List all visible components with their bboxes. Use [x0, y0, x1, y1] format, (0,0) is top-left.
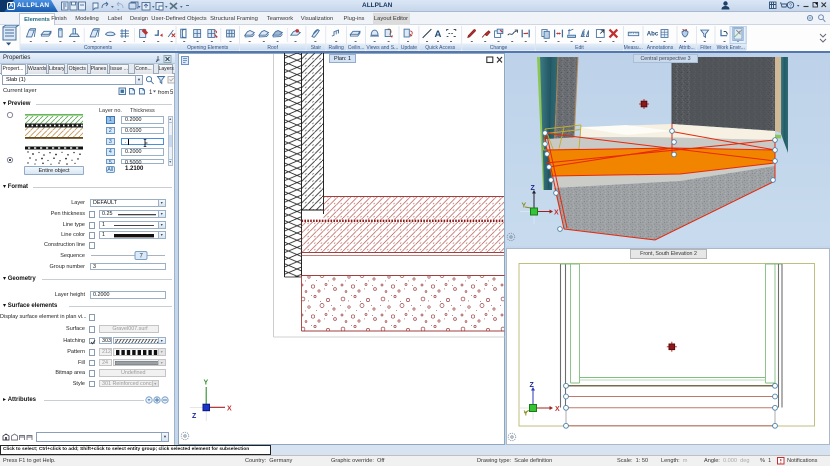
svg-text:Z: Z	[192, 413, 197, 420]
svg-text:Roof: Roof	[267, 45, 278, 51]
svg-text:5: 5	[170, 90, 174, 96]
svg-text:Z: Z	[531, 185, 536, 192]
svg-text:Attrib...: Attrib...	[679, 45, 695, 51]
svg-text:1: 1	[149, 90, 153, 96]
svg-text:Edit: Edit	[575, 45, 584, 51]
svg-text:Opening Elements: Opening Elements	[187, 45, 229, 51]
svg-text:??: ??	[682, 28, 688, 33]
svg-text:Components: Components	[84, 45, 113, 51]
svg-text:Quick Access: Quick Access	[425, 45, 456, 51]
svg-text:Views and S...: Views and S...	[366, 45, 398, 51]
svg-text:Change: Change	[490, 45, 508, 51]
svg-text:Stair: Stair	[311, 45, 322, 51]
svg-text:Filter: Filter	[700, 45, 711, 51]
svg-text:A: A	[435, 29, 442, 40]
svg-text:X: X	[555, 406, 560, 413]
svg-text:Ceilin...: Ceilin...	[348, 45, 365, 51]
svg-text:Railing: Railing	[329, 45, 345, 51]
svg-text:X: X	[227, 406, 232, 413]
svg-text:Y: Y	[522, 203, 527, 210]
svg-text:?: ?	[789, 3, 792, 9]
svg-text:X: X	[554, 210, 559, 217]
svg-text:Update: Update	[401, 45, 417, 51]
svg-text:from: from	[158, 90, 170, 96]
svg-text:Z: Z	[530, 382, 535, 389]
svg-text:Work Envir...: Work Envir...	[717, 45, 745, 51]
svg-text:Y: Y	[204, 380, 209, 387]
svg-text:Measu...: Measu...	[624, 45, 643, 51]
svg-text:Abc: Abc	[647, 31, 659, 38]
svg-text:Annotations: Annotations	[647, 45, 674, 51]
